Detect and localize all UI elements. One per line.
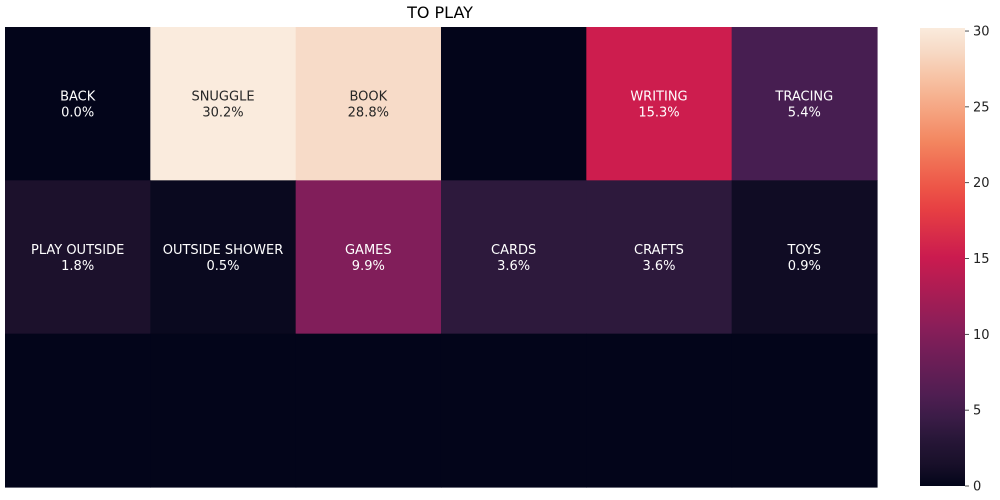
cell-value-label: 9.9%	[352, 259, 385, 274]
cell-category-label: TOYS	[786, 243, 821, 258]
cell-category-label: CARDS	[491, 243, 536, 258]
heatmap-cell	[440, 27, 587, 181]
cell-annotation: CARDS 3.6%	[491, 243, 536, 274]
cell-category-label: BACK	[60, 90, 96, 105]
cell-value-label: 15.3%	[638, 106, 679, 121]
colorbar-tick-label: 15	[973, 252, 990, 267]
cell-category-label: CRAFTS	[634, 243, 684, 258]
heatmap-chart: TO PLAY BACK 0.0% SNUGGLE 30.2% BOOK 28.8% WRI…	[5, 3, 990, 495]
heatmap-cell	[731, 333, 878, 488]
cell-value-label: 3.6%	[642, 259, 675, 274]
colorbar-tick-label: 5	[973, 404, 981, 419]
cell-category-label: BOOK	[349, 90, 387, 105]
colorbar-tick-label: 10	[973, 328, 990, 343]
cell-value-label: 28.8%	[348, 106, 389, 121]
cell-value-label: 5.4%	[788, 106, 821, 121]
colorbar-tick-label: 20	[973, 176, 990, 191]
cell-annotation: TOYS 0.9%	[786, 243, 821, 274]
colorbar-tick-label: 0	[973, 480, 981, 495]
cell-category-label: GAMES	[345, 243, 392, 258]
cell-category-label: WRITING	[630, 90, 687, 105]
colorbar-tick-label: 25	[973, 100, 990, 115]
heatmap-cell	[295, 333, 442, 488]
heatmap-cell	[586, 333, 733, 488]
heatmap-cells: BACK 0.0% SNUGGLE 30.2% BOOK 28.8% WRITING 15.3…	[5, 27, 878, 488]
cell-category-label: TRACING	[774, 90, 833, 105]
cell-category-label: OUTSIDE SHOWER	[163, 243, 284, 258]
heatmap-cell	[440, 333, 587, 488]
colorbar-tick-label: 30	[973, 25, 990, 40]
cell-category-label: PLAY OUTSIDE	[31, 243, 124, 258]
cell-annotation: GAMES 9.9%	[345, 243, 392, 274]
cell-value-label: 1.8%	[61, 259, 94, 274]
cell-value-label: 0.0%	[61, 106, 94, 121]
chart-title: TO PLAY	[406, 3, 473, 22]
cell-value-label: 0.5%	[206, 259, 239, 274]
cell-category-label: SNUGGLE	[191, 90, 254, 105]
heatmap-cell	[5, 333, 151, 488]
colorbar: 0 5 10 15 20 25 30	[920, 25, 990, 495]
heatmap-cell	[150, 333, 297, 488]
cell-value-label: 3.6%	[497, 259, 530, 274]
cell-annotation: BACK 0.0%	[60, 90, 96, 121]
cell-annotation: BOOK 28.8%	[348, 90, 389, 121]
cell-value-label: 0.9%	[788, 259, 821, 274]
cell-annotation: WRITING 15.3%	[630, 90, 687, 121]
colorbar-gradient	[920, 28, 965, 486]
cell-value-label: 30.2%	[202, 106, 243, 121]
